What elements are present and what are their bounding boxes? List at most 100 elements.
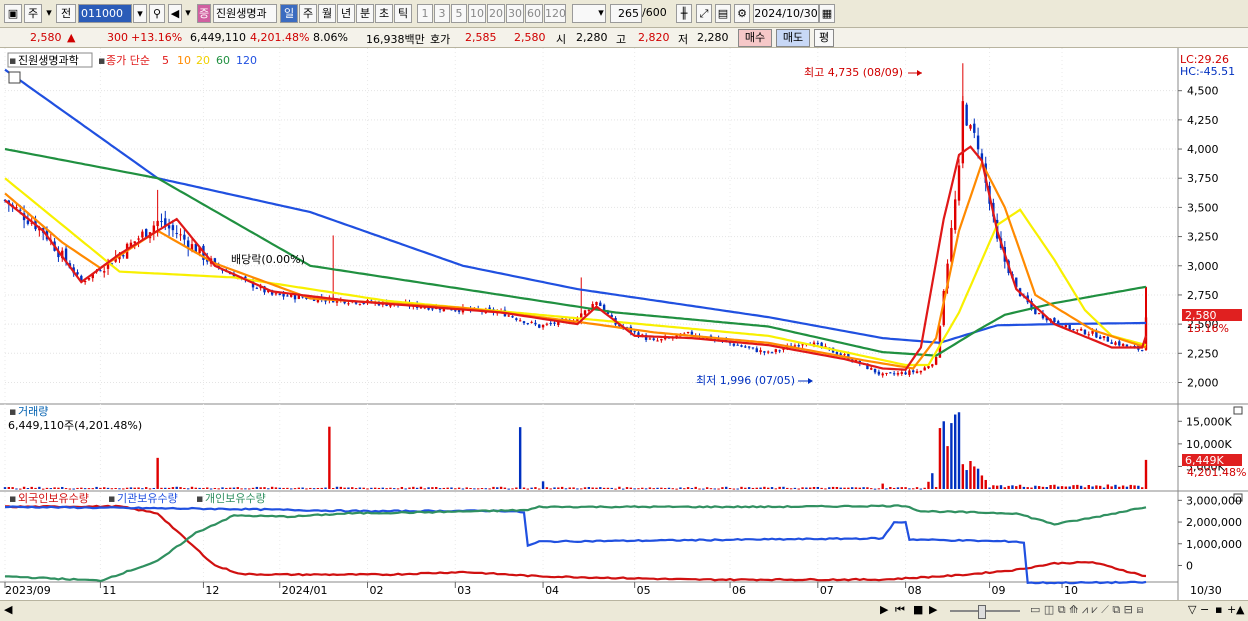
interval-btn-30[interactable]: 30 (506, 4, 524, 23)
code-dropdown-icon[interactable]: ▾ (133, 4, 147, 23)
play-icon[interactable]: ▶ (929, 603, 937, 616)
candle-body (885, 372, 888, 374)
period-tab-2[interactable]: 월 (318, 4, 336, 23)
volume-bar (53, 487, 56, 489)
volume-bar (465, 487, 468, 489)
legend-ma20[interactable]: 20 (196, 54, 210, 67)
buy-button[interactable]: 매수 (738, 29, 772, 47)
zoom-out-icon[interactable]: − (1200, 603, 1209, 616)
candle-body (740, 345, 743, 347)
volume-bar (7, 487, 11, 489)
volume-bar (866, 487, 869, 489)
interval-dropdown-icon[interactable]: ▾ (596, 4, 606, 23)
volume-bar (484, 488, 488, 490)
period-tab-5[interactable]: 초 (375, 4, 393, 23)
scroll-left-icon[interactable]: ◀ (4, 603, 12, 616)
volume-bar (767, 487, 770, 489)
date-input[interactable]: 2024/10/30 (753, 4, 819, 23)
interval-btn-120[interactable]: 120 (544, 4, 566, 23)
price-tick-label: 3,250 (1187, 231, 1219, 244)
volume-bar (255, 486, 259, 489)
legend-institution[interactable]: 기관보유수량 (117, 492, 178, 505)
bottom-scrollbar[interactable]: ◀ ▶ ⏮ ■ ▶ ▭ ◫ ⧉ ⟰ ⩘ ⩗ ⟋ ⧉ ⊟ ⧈ ▽ − ▪ + ▲ (0, 600, 1248, 621)
count-input[interactable]: 265 (610, 4, 642, 23)
volume-bar (19, 488, 22, 490)
period-tab-4[interactable]: 분 (356, 4, 374, 23)
layout-icons[interactable]: ▭ ◫ ⧉ ⟰ ⩘ ⩗ ⟋ ⧉ ⊟ ⧈ (1030, 603, 1143, 617)
draw-tool-icon[interactable]: ⤢ (696, 4, 712, 23)
zoom-in-icon[interactable]: + (1227, 603, 1236, 616)
legend-ma120[interactable]: 120 (236, 54, 257, 67)
fit-icon[interactable]: ▪ (1215, 603, 1222, 616)
legend-individual[interactable]: 개인보유수량 (205, 492, 266, 505)
volume-bar (133, 487, 136, 489)
speaker-icon[interactable]: ◀ (168, 4, 182, 23)
legend-ma10[interactable]: 10 (177, 54, 191, 67)
volume-bar (717, 488, 720, 490)
volume-bar (637, 488, 640, 490)
calendar-icon[interactable]: ▦ (819, 4, 835, 23)
first-page-icon[interactable]: ⏮ (895, 603, 905, 617)
volume-bar (99, 487, 102, 489)
period-tab-0[interactable]: 일 (280, 4, 298, 23)
volume-bar (412, 486, 415, 489)
candle-type-icon[interactable]: ╫ (676, 4, 692, 23)
sell-button[interactable]: 매도 (776, 29, 810, 47)
volume-value: 6,449,110 (190, 31, 246, 44)
volume-bar (915, 487, 919, 489)
gear-icon[interactable]: ⚙ (734, 4, 750, 23)
period-tab-1[interactable]: 주 (299, 4, 317, 23)
legend-ma60[interactable]: 60 (216, 54, 230, 67)
volume-bar (572, 487, 575, 489)
volume-bar (656, 487, 659, 489)
period-tab-3[interactable]: 년 (337, 4, 355, 23)
candle-body (545, 323, 549, 325)
chart-settings-icon[interactable]: ▽ (1188, 603, 1196, 616)
avg-button[interactable]: 평 (814, 29, 834, 47)
market-dropdown-icon[interactable]: ▾ (44, 4, 54, 23)
volume-bar (354, 488, 358, 490)
interval-btn-3[interactable]: 3 (434, 4, 450, 23)
stock-code-input[interactable]: 011000 (78, 4, 132, 23)
volume-bar (518, 427, 522, 489)
stock-chart[interactable]: 4,500 4,250 4,000 3,750 3,500 3,250 3,000 2,750… (0, 48, 1248, 600)
candle-body (843, 354, 846, 356)
zoom-slider-handle[interactable] (978, 605, 986, 619)
stop-icon[interactable]: ■ (913, 603, 923, 616)
prev-button[interactable]: 전 (56, 4, 76, 23)
candle-body (286, 295, 289, 297)
volume-bar (995, 485, 999, 489)
volume-bar (641, 487, 644, 489)
window-menu-icon[interactable]: ▣ (4, 4, 22, 23)
candle-body (1114, 342, 1117, 345)
volume-bar (91, 488, 94, 490)
market-select[interactable]: 주 (24, 4, 42, 23)
candle-body (541, 324, 545, 328)
period-tab-6[interactable]: 틱 (394, 4, 412, 23)
interval-btn-10[interactable]: 10 (468, 4, 486, 23)
volume-bar (183, 487, 186, 489)
volume-bar (290, 488, 293, 490)
interval-btn-60[interactable]: 60 (525, 4, 543, 23)
volume-bar (206, 487, 209, 489)
volume-bar (583, 487, 587, 489)
scroll-right-icon[interactable]: ▶ (880, 603, 888, 616)
data-table-icon[interactable] (8, 71, 21, 84)
candle-body (1110, 342, 1113, 344)
holding-tick-label: 3,000,000 (1186, 494, 1242, 507)
legend-foreign[interactable]: 외국인보유수량 (18, 492, 89, 505)
save-icon[interactable]: ▤ (715, 4, 731, 23)
interval-btn-20[interactable]: 20 (487, 4, 505, 23)
individual-marker: ▪ (196, 492, 203, 505)
volume-bar (240, 488, 243, 490)
volume-bar (278, 487, 281, 489)
cursor-tool-icon[interactable]: ▲ (1236, 603, 1244, 616)
interval-btn-1[interactable]: 1 (417, 4, 433, 23)
search-icon[interactable]: ⚲ (149, 4, 165, 23)
interval-btn-5[interactable]: 5 (451, 4, 467, 23)
legend-ma5[interactable]: 5 (162, 54, 169, 67)
volume-bar (850, 487, 854, 489)
volume-panel-close-icon[interactable] (1233, 406, 1243, 415)
candle-body (324, 300, 327, 302)
speaker-dropdown-icon[interactable]: ▾ (183, 4, 193, 23)
